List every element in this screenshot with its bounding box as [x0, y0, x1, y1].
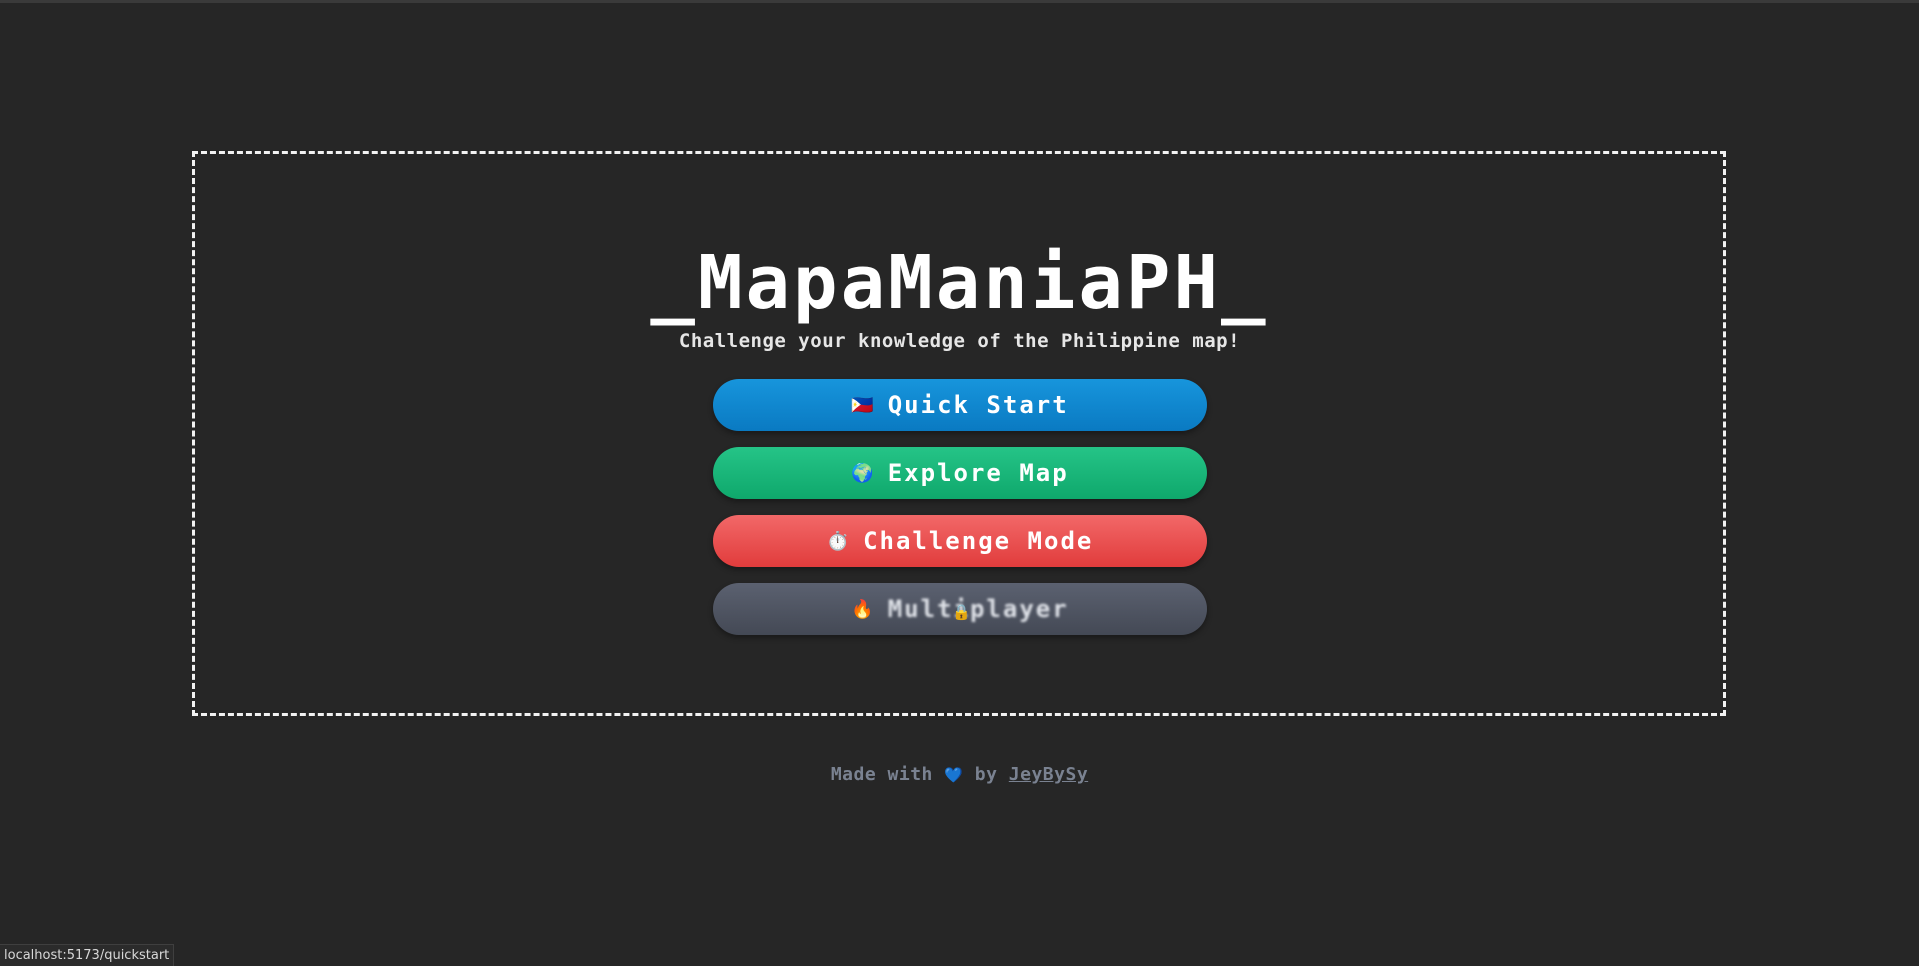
quick-start-label: Quick Start — [887, 391, 1069, 419]
status-bar-url: localhost:5173/quickstart — [0, 944, 175, 966]
app-subtitle: Challenge your knowledge of the Philippi… — [678, 330, 1241, 352]
globe-icon: 🌍 — [851, 462, 874, 484]
fire-icon: 🔥 — [851, 598, 874, 620]
philippine-flag-icon: 🇵🇭 — [851, 394, 874, 416]
quick-start-button[interactable]: 🇵🇭 Quick Start — [713, 379, 1207, 431]
heart-icon: 💙 — [944, 766, 964, 784]
footer: Made with 💙 by JeyBySy — [0, 764, 1919, 785]
challenge-mode-button[interactable]: ⏱️ Challenge Mode — [713, 515, 1207, 567]
stopwatch-icon: ⏱️ — [826, 530, 850, 552]
app-title: _MapaManiaPH_ — [650, 240, 1269, 326]
author-link[interactable]: JeyBySy — [1009, 764, 1088, 785]
top-border — [0, 0, 1919, 3]
explore-map-button[interactable]: 🌍 Explore Map — [713, 447, 1207, 499]
footer-by: by — [974, 764, 998, 785]
challenge-mode-label: Challenge Mode — [863, 527, 1094, 555]
lock-icon: 🔒 — [952, 603, 971, 621]
explore-map-label: Explore Map — [887, 459, 1069, 487]
multiplayer-label: Multiplayer — [887, 595, 1069, 623]
footer-prefix: Made with — [830, 764, 933, 785]
